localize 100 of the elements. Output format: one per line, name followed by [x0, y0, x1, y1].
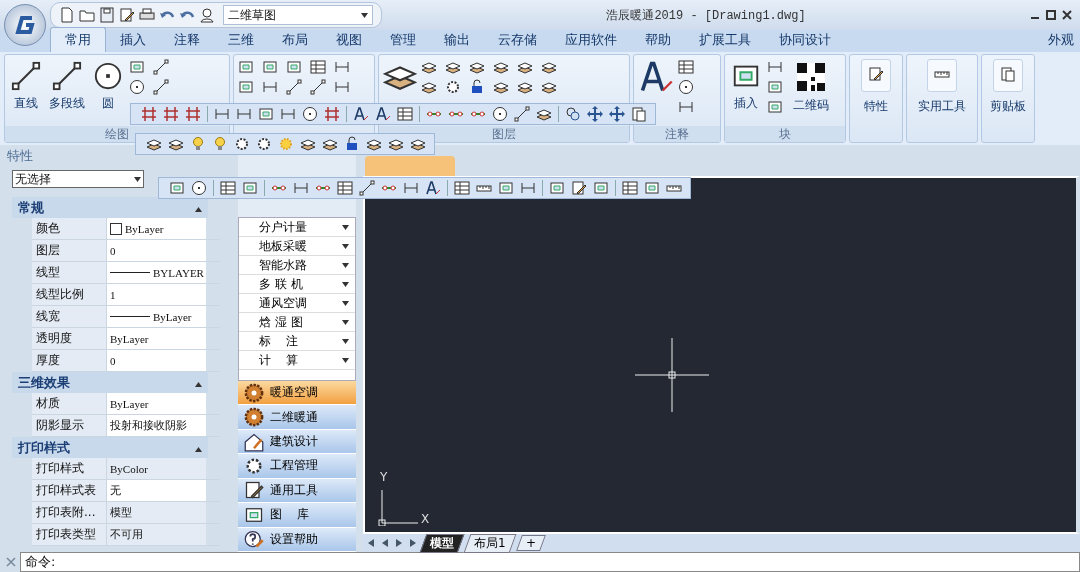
dim-icon[interactable]	[334, 59, 350, 75]
layers-icon[interactable]	[541, 59, 557, 75]
layers-icon[interactable]	[421, 79, 437, 95]
workspace-dropdown[interactable]: 二维草图	[223, 5, 373, 25]
palette-item[interactable]: 地板采暖	[239, 237, 355, 256]
hatch-icon[interactable]	[163, 106, 179, 122]
text-icon[interactable]	[353, 106, 369, 122]
hatch-icon[interactable]	[324, 106, 340, 122]
ribbon-tab[interactable]: 常用	[50, 27, 106, 52]
move-icon[interactable]	[587, 106, 603, 122]
palette-category[interactable]: 建筑设计	[238, 429, 356, 455]
square-icon[interactable]	[498, 180, 514, 196]
square-icon[interactable]	[238, 79, 254, 95]
palette-category[interactable]: 二维暖通	[238, 405, 356, 430]
move-icon[interactable]	[609, 106, 625, 122]
property-value[interactable]: 投射和接收阴影	[106, 415, 206, 436]
dim-icon[interactable]	[236, 106, 252, 122]
appearance-menu[interactable]: 外观	[1042, 28, 1080, 52]
circle-icon[interactable]	[302, 106, 318, 122]
square-icon[interactable]	[169, 180, 185, 196]
layers-icon[interactable]	[146, 136, 162, 152]
palette-category[interactable]: 设置帮助	[238, 527, 356, 552]
ribbon-tab[interactable]: 注释	[160, 28, 214, 52]
dim-icon[interactable]	[403, 180, 419, 196]
property-value[interactable]: 1	[106, 284, 206, 305]
layers-icon[interactable]	[541, 79, 557, 95]
caret-icon[interactable]	[342, 224, 349, 230]
layout-tab[interactable]: +	[515, 535, 546, 551]
circle-icon[interactable]	[191, 180, 207, 196]
palette-item[interactable]: 焓 湿 图	[239, 313, 355, 332]
line-icon[interactable]	[310, 79, 326, 95]
layers-icon[interactable]	[445, 59, 461, 75]
caret-icon[interactable]	[342, 262, 349, 268]
caret-icon[interactable]	[195, 207, 202, 212]
ribbon-tab[interactable]: 应用软件	[551, 28, 631, 52]
circle-icon[interactable]	[678, 79, 694, 95]
draw-tool-button[interactable]: 直线	[9, 59, 43, 114]
layers-icon[interactable]	[421, 59, 437, 75]
lock-icon[interactable]	[344, 136, 360, 152]
property-value[interactable]: BYLAYER	[106, 262, 206, 283]
square-icon[interactable]	[262, 59, 278, 75]
close-icon[interactable]	[1062, 10, 1072, 20]
user-icon[interactable]	[199, 7, 215, 23]
layers-icon[interactable]	[168, 136, 184, 152]
line-icon[interactable]	[153, 59, 169, 75]
property-value[interactable]: ByLayer	[106, 306, 206, 327]
table-icon[interactable]	[622, 180, 638, 196]
property-value[interactable]: 无	[106, 480, 206, 501]
text-icon[interactable]	[425, 180, 441, 196]
bulb-icon[interactable]	[190, 136, 206, 152]
palette-item[interactable]: 智能水路	[239, 256, 355, 275]
insert-button[interactable]: 插入	[729, 59, 763, 114]
dim-icon[interactable]	[520, 180, 536, 196]
ribbon-tab[interactable]: 帮助	[631, 28, 685, 52]
caret-icon[interactable]	[195, 382, 202, 387]
printer-icon[interactable]	[139, 7, 155, 23]
dim-icon[interactable]	[334, 79, 350, 95]
hatch-icon[interactable]	[141, 106, 157, 122]
table-icon[interactable]	[220, 180, 236, 196]
caret-icon[interactable]	[195, 447, 202, 452]
palette-category[interactable]: 图 库	[238, 503, 356, 528]
section-header[interactable]: 常规	[18, 198, 44, 217]
ribbon-tab[interactable]: 输出	[430, 28, 484, 52]
ribbon-tab[interactable]: 插入	[106, 28, 160, 52]
table-icon[interactable]	[337, 180, 353, 196]
selection-dropdown[interactable]: 无选择	[12, 170, 144, 188]
layers-icon[interactable]	[388, 136, 404, 152]
dim-icon[interactable]	[280, 106, 296, 122]
text-icon[interactable]	[375, 106, 391, 122]
dim-icon[interactable]	[767, 59, 783, 75]
caret-icon[interactable]	[342, 243, 349, 249]
draw-tool-button[interactable]: 圆	[91, 59, 125, 114]
ribbon-tab[interactable]: 管理	[376, 28, 430, 52]
page-icon[interactable]	[59, 7, 75, 23]
table-icon[interactable]	[678, 59, 694, 75]
folder-icon[interactable]	[79, 7, 95, 23]
layers-icon[interactable]	[366, 136, 382, 152]
layers-icon[interactable]	[410, 136, 426, 152]
circle-icon[interactable]	[492, 106, 508, 122]
draw-tool-button[interactable]: 多段线	[47, 59, 87, 114]
maximize-icon[interactable]	[1046, 10, 1056, 20]
palette-item[interactable]: 分户计量	[239, 218, 355, 237]
drawing-canvas[interactable]: Y X	[363, 176, 1080, 534]
layers-icon[interactable]	[517, 59, 533, 75]
layers-icon[interactable]	[493, 79, 509, 95]
bulb-icon[interactable]	[212, 136, 228, 152]
property-value[interactable]: ByLayer	[106, 393, 206, 414]
palette-item[interactable]: 计 算	[239, 351, 355, 370]
property-value[interactable]: ByLayer	[106, 328, 206, 349]
ribbon-tab[interactable]: 布局	[268, 28, 322, 52]
caret-icon[interactable]	[342, 281, 349, 287]
caret-icon[interactable]	[361, 12, 368, 18]
line-icon[interactable]	[514, 106, 530, 122]
caret-icon[interactable]	[342, 300, 349, 306]
line-icon[interactable]	[359, 180, 375, 196]
table-icon[interactable]	[310, 59, 326, 75]
square-icon[interactable]	[767, 99, 783, 115]
palette-category[interactable]: 暖通空调	[238, 381, 356, 406]
dim-icon[interactable]	[262, 79, 278, 95]
square-icon[interactable]	[238, 59, 254, 75]
